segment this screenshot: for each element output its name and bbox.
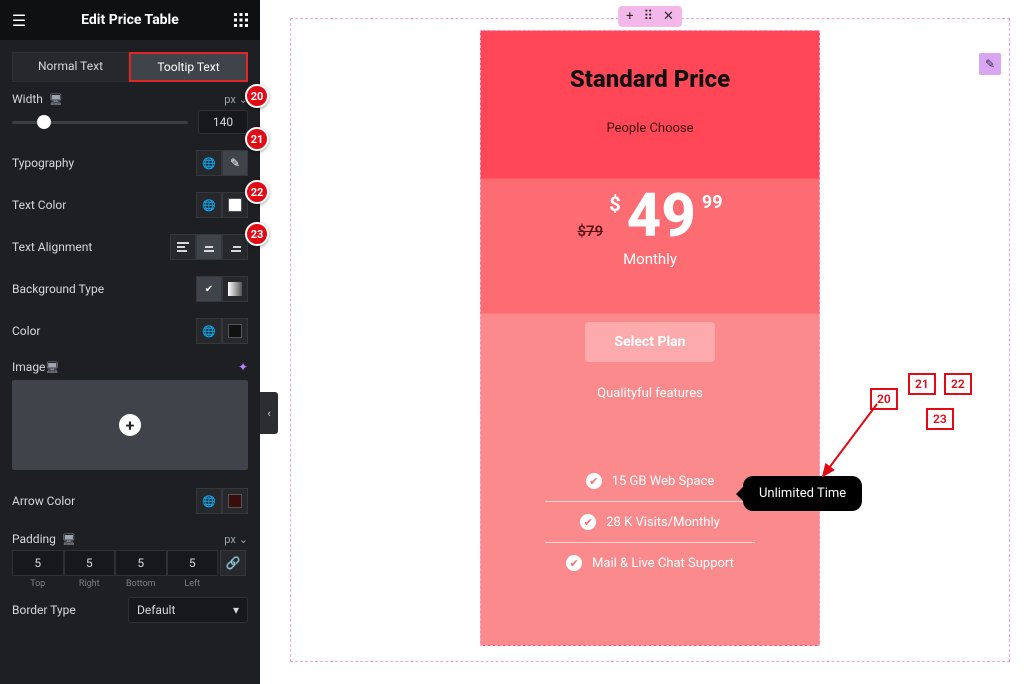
border-type-select[interactable]: Default▾ [128,597,248,623]
editor-panel: ☰ Edit Price Table Normal Text Tooltip T… [0,0,260,684]
chevron-down-icon: ▾ [233,603,239,617]
padding-top-input[interactable] [12,550,64,576]
padding-left-input[interactable] [167,550,219,576]
feature-item: ✔15 GB Web Space [545,461,755,501]
color-label: Color [12,324,40,338]
padding-unit[interactable]: px⌄ [224,533,248,546]
edit-widget-icon[interactable]: ✎ [979,53,1001,75]
menu-icon[interactable]: ☰ [10,11,28,29]
width-input[interactable] [198,110,248,134]
annotation-box-20: 20 [870,388,898,410]
feature-item: ✔Mail & Live Chat Support [545,542,755,583]
tab-tooltip-text[interactable]: Tooltip Text [129,52,248,82]
arrow-color-picker[interactable] [222,488,248,514]
color-picker[interactable] [222,318,248,344]
width-slider[interactable] [12,112,188,132]
image-label: Image [12,360,45,374]
check-icon: ✔ [566,555,582,571]
feature-tooltip: Unlimited Time [743,476,862,511]
border-type-row: Border Type Default▾ [0,589,260,631]
typography-row: Typography [0,142,260,184]
annotation-bubble-21: 21 [245,127,269,151]
ai-icon[interactable]: ✦ [238,360,248,374]
plus-icon: + [119,414,141,436]
currency-sign: $ [609,192,620,216]
align-center-button[interactable] [196,234,222,260]
color-row: Color [0,310,260,352]
annotation-box-22: 22 [944,373,972,395]
text-align-row: Text Alignment [0,226,260,268]
annotation-box-21: 21 [908,373,936,395]
border-type-label: Border Type [12,603,76,617]
quality-text: Qualityful features [481,386,819,401]
feature-list: ✔15 GB Web Space ✔28 K Visits/Monthly ✔M… [545,461,755,583]
feature-item: ✔28 K Visits/Monthly [545,501,755,542]
preview-canvas: + ⠿ ✕ ✎ Standard Price People Choose $79… [290,18,1010,662]
panel-collapse-handle[interactable]: ‹ [260,392,278,434]
price-cents: 99 [702,192,723,213]
apps-icon[interactable] [232,11,250,29]
arrow-color-label: Arrow Color [12,494,75,508]
color-globe-button[interactable] [196,318,222,344]
desktop-icon[interactable]: 🖥 [49,93,63,106]
padding-right-input[interactable] [64,550,116,576]
add-icon[interactable]: + [626,9,633,24]
annotation-bubble-22: 22 [245,180,269,204]
bg-type-label: Background Type [12,282,104,296]
padding-link-button[interactable]: 🔗 [220,550,246,576]
padding-bottom-input[interactable] [115,550,167,576]
annotation-bubble-20: 20 [245,84,269,108]
typography-globe-button[interactable] [196,150,222,176]
padding-grid: Top Right Bottom Left 🔗 [0,550,260,589]
check-icon: ✔ [586,473,602,489]
width-row: Width🖥 px⌄ [0,82,260,110]
desktop-icon[interactable]: 🖥 [45,361,59,374]
selection-toolbar: + ⠿ ✕ [618,6,682,27]
price-period: Monthly [481,250,819,268]
text-color-row: Text Color [0,184,260,226]
annotation-box-23: 23 [926,408,954,430]
padding-header: Padding 🖥 px⌄ [0,522,260,550]
card-title: Standard Price [481,65,819,93]
image-dropzone[interactable]: + [12,380,248,470]
price-value: 49 [627,186,696,246]
bg-gradient-button[interactable] [222,276,248,302]
image-row: Image🖥 ✦ [0,352,260,378]
tab-normal-text[interactable]: Normal Text [12,52,129,82]
typography-label: Typography [12,156,74,170]
select-plan-button[interactable]: Select Plan [585,322,715,362]
align-left-button[interactable] [170,234,196,260]
price-card: Standard Price People Choose $79 $ 49 99… [480,30,820,646]
arrow-color-globe-button[interactable] [196,488,222,514]
drag-icon[interactable]: ⠿ [643,9,653,24]
text-align-label: Text Alignment [12,240,92,254]
padding-label: Padding [12,532,56,546]
check-icon: ✔ [580,514,596,530]
align-right-button[interactable] [222,234,248,260]
desktop-icon[interactable]: 🖥 [62,533,76,546]
close-icon[interactable]: ✕ [663,9,674,24]
width-label: Width [12,92,43,106]
text-color-label: Text Color [12,198,66,212]
old-price: $79 [577,222,603,240]
text-color-globe-button[interactable] [196,192,222,218]
width-slider-row [0,110,260,142]
text-color-picker[interactable] [222,192,248,218]
panel-header: ☰ Edit Price Table [0,0,260,40]
bg-type-row: Background Type [0,268,260,310]
price-wrap: $79 $ 49 99 [481,186,819,246]
panel-title: Edit Price Table [81,12,179,28]
text-tabs: Normal Text Tooltip Text [12,52,248,82]
card-subtitle: People Choose [481,121,819,136]
bg-solid-button[interactable] [196,276,222,302]
annotation-bubble-23: 23 [245,222,269,246]
typography-edit-button[interactable] [222,150,248,176]
arrow-color-row: Arrow Color [0,480,260,522]
